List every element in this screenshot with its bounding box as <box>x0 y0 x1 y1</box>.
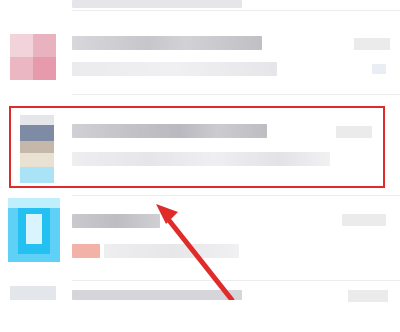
divider <box>72 280 400 281</box>
blurred-text <box>72 0 242 8</box>
divider <box>72 94 400 95</box>
blurred-name <box>72 214 160 228</box>
divider <box>72 195 400 196</box>
blurred-name <box>72 36 262 50</box>
divider <box>72 10 400 11</box>
blurred-badge <box>372 64 386 74</box>
blurred-time <box>348 290 388 302</box>
highlight-box <box>9 106 385 188</box>
blurred-message <box>72 62 277 76</box>
blurred-time <box>342 214 386 226</box>
blurred-name <box>72 290 242 300</box>
avatar <box>10 286 56 332</box>
avatar <box>10 34 56 80</box>
avatar <box>8 198 60 262</box>
blurred-time <box>354 38 390 50</box>
blurred-tag <box>72 244 100 258</box>
blurred-message <box>104 244 239 258</box>
